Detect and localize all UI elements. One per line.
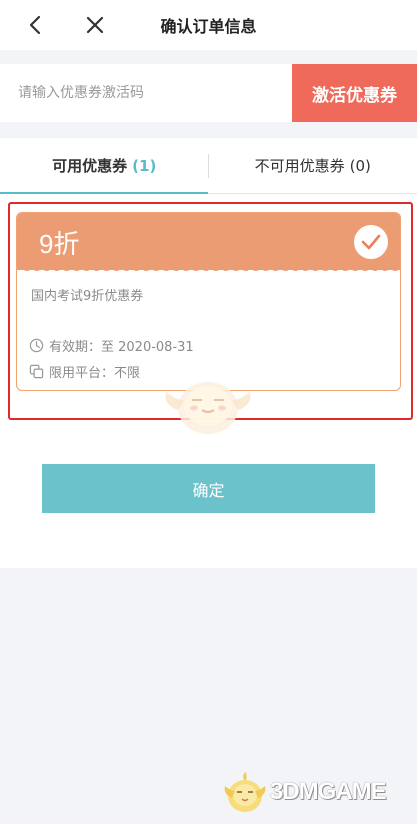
coupon-scallop-edge (17, 265, 400, 271)
coupon-panel: 可用优惠券 (1) 不可用优惠券 (0) 9折 国内考试9折优惠券 有效期：至 (0, 138, 417, 568)
coupon-platform: 限用平台：不限 (29, 362, 140, 381)
coupon-name: 国内考试9折优惠券 (31, 289, 144, 304)
tab-unavailable-coupons[interactable]: 不可用优惠券 (0) (209, 138, 417, 193)
promo-input-wrapper (0, 64, 292, 122)
coupon-tabs: 可用优惠券 (1) 不可用优惠券 (0) (0, 138, 417, 194)
coupon-validity-text: 有效期：至 2020-08-31 (49, 340, 194, 355)
tab-count: (0) (349, 156, 371, 175)
activate-coupon-button[interactable]: 激活优惠券 (292, 64, 417, 122)
copy-icon (29, 364, 44, 379)
tab-available-coupons[interactable]: 可用优惠券 (1) (0, 138, 209, 193)
confirm-button[interactable]: 确定 (42, 464, 375, 513)
coupon-card[interactable]: 9折 国内考试9折优惠券 有效期：至 2020-08-31 限用平台：不限 (16, 212, 401, 391)
tab-label: 可用优惠券 (52, 157, 128, 175)
back-button[interactable] (20, 10, 50, 40)
promo-code-row: 激活优惠券 (0, 64, 417, 122)
back-arrow-icon (29, 15, 41, 35)
coupon-validity: 有效期：至 2020-08-31 (29, 336, 194, 355)
tab-divider (208, 154, 209, 178)
clock-icon (29, 338, 44, 353)
coupon-platform-text: 限用平台：不限 (49, 366, 141, 381)
close-icon (86, 16, 104, 34)
active-tab-indicator (0, 192, 208, 194)
watermark-text: 3DMGAME (270, 778, 387, 805)
mascot-watermark-icon (165, 382, 251, 434)
header-bar: 确认订单信息 (0, 0, 417, 50)
promo-code-input[interactable] (18, 85, 292, 101)
tab-count: (1) (132, 156, 157, 175)
close-button[interactable] (80, 10, 110, 40)
coupon-discount: 9折 (39, 229, 80, 259)
coupon-selected-check[interactable] (354, 225, 388, 259)
checkmark-icon (361, 234, 381, 250)
tab-label: 不可用优惠券 (254, 157, 345, 175)
site-watermark: 3DMGAME (222, 768, 387, 816)
page-title: 确认订单信息 (160, 17, 257, 36)
mascot-logo-icon (224, 772, 266, 812)
